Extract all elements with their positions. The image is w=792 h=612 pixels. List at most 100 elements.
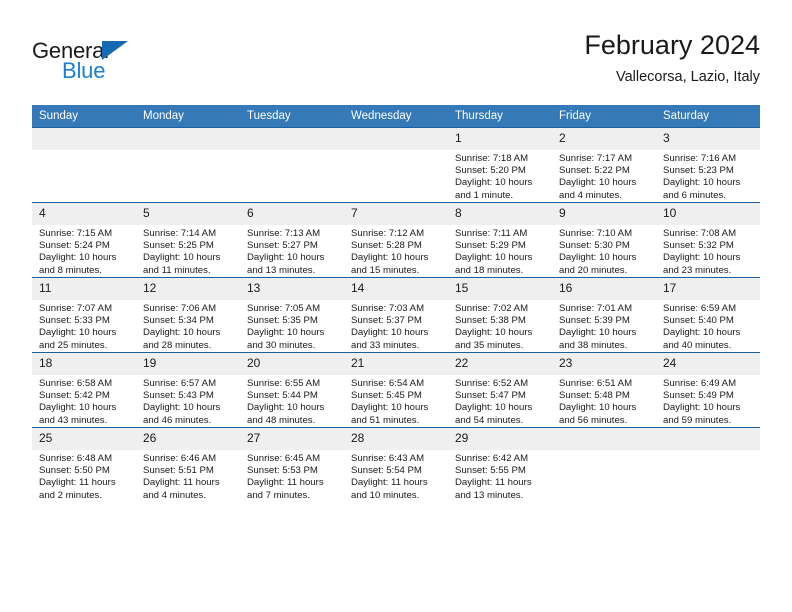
day-cell-inner: 19 Sunrise: 6:57 AM Sunset: 5:43 PM Dayligh… xyxy=(136,353,240,427)
calendar-day-cell[interactable]: 11 Sunrise: 7:07 AM Sunset: 5:33 PM Dayligh… xyxy=(32,277,136,353)
day-cell-inner: 26 Sunrise: 6:46 AM Sunset: 5:51 PM Dayligh… xyxy=(136,428,240,502)
daylight-text-line1: Daylight: 11 hours xyxy=(455,477,532,489)
day-cell-inner: 11 Sunrise: 7:07 AM Sunset: 5:33 PM Dayligh… xyxy=(32,278,136,352)
daylight-text-line1: Daylight: 10 hours xyxy=(559,327,637,339)
day-cell-inner xyxy=(552,428,656,502)
calendar-day-cell[interactable]: 21 Sunrise: 6:54 AM Sunset: 5:45 PM Dayligh… xyxy=(344,352,448,428)
daylight-text-line1: Daylight: 10 hours xyxy=(455,252,533,264)
sunrise-text: Sunrise: 6:49 AM xyxy=(663,378,737,389)
calendar-day-cell[interactable]: 14 Sunrise: 7:03 AM Sunset: 5:37 PM Dayligh… xyxy=(344,277,448,353)
day-cell-inner: 16 Sunrise: 7:01 AM Sunset: 5:39 PM Dayligh… xyxy=(552,278,656,352)
sunrise-text: Sunrise: 7:17 AM xyxy=(559,153,633,164)
day-details: Sunrise: 6:52 AM Sunset: 5:47 PM Daylight:… xyxy=(448,375,552,427)
sunset-text: Sunset: 5:27 PM xyxy=(247,240,318,252)
daylight-text-line2: and 40 minutes. xyxy=(663,339,732,351)
day-number: 16 xyxy=(552,278,656,300)
daylight-text-line2: and 7 minutes. xyxy=(247,489,310,501)
calendar-day-cell[interactable]: 29 Sunrise: 6:42 AM Sunset: 5:55 PM Dayligh… xyxy=(448,427,552,502)
day-cell-inner xyxy=(656,428,760,502)
daylight-text-line1: Daylight: 10 hours xyxy=(39,327,117,339)
sunset-text: Sunset: 5:45 PM xyxy=(351,390,422,402)
day-number: 8 xyxy=(448,203,552,225)
calendar-day-cell[interactable]: 18 Sunrise: 6:58 AM Sunset: 5:42 PM Dayligh… xyxy=(32,352,136,428)
daylight-text-line2: and 8 minutes. xyxy=(39,264,102,276)
sunrise-text: Sunrise: 7:02 AM xyxy=(455,303,529,314)
day-number: 15 xyxy=(448,278,552,300)
daylight-text-line2: and 59 minutes. xyxy=(663,414,732,426)
calendar-day-cell[interactable]: 5 Sunrise: 7:14 AM Sunset: 5:25 PM Daylight… xyxy=(136,202,240,278)
calendar-day-cell[interactable]: 13 Sunrise: 7:05 AM Sunset: 5:35 PM Dayligh… xyxy=(240,277,344,353)
day-number: 4 xyxy=(32,203,136,225)
calendar-day-cell[interactable]: 16 Sunrise: 7:01 AM Sunset: 5:39 PM Dayligh… xyxy=(552,277,656,353)
calendar-week-row: 4 Sunrise: 7:15 AM Sunset: 5:24 PM Daylight… xyxy=(32,202,760,278)
day-cell-inner: 29 Sunrise: 6:42 AM Sunset: 5:55 PM Dayligh… xyxy=(448,428,552,502)
daylight-text-line1: Daylight: 10 hours xyxy=(455,327,533,339)
daylight-text-line2: and 30 minutes. xyxy=(247,339,316,351)
weekday-header-wednesday: Wednesday xyxy=(344,105,448,128)
daylight-text-line2: and 46 minutes. xyxy=(143,414,212,426)
calendar-day-cell[interactable]: 28 Sunrise: 6:43 AM Sunset: 5:54 PM Dayligh… xyxy=(344,427,448,502)
page-title: February 2024 xyxy=(584,30,760,60)
calendar-day-cell[interactable]: 22 Sunrise: 6:52 AM Sunset: 5:47 PM Dayligh… xyxy=(448,352,552,428)
daylight-text-line2: and 1 minute. xyxy=(455,189,514,201)
sunrise-text: Sunrise: 6:46 AM xyxy=(143,453,217,464)
weekday-header-monday: Monday xyxy=(136,105,240,128)
daylight-text-line2: and 23 minutes. xyxy=(663,264,732,276)
calendar-day-cell[interactable]: 7 Sunrise: 7:12 AM Sunset: 5:28 PM Daylight… xyxy=(344,202,448,278)
day-number: 5 xyxy=(136,203,240,225)
day-cell-inner xyxy=(32,128,136,202)
calendar-day-cell[interactable]: 4 Sunrise: 7:15 AM Sunset: 5:24 PM Daylight… xyxy=(32,202,136,278)
daylight-text-line2: and 11 minutes. xyxy=(143,264,211,276)
weekday-header-saturday: Saturday xyxy=(656,105,760,128)
daylight-text-line1: Daylight: 10 hours xyxy=(455,402,533,414)
sunset-text: Sunset: 5:38 PM xyxy=(455,315,526,327)
calendar-day-cell[interactable]: 24 Sunrise: 6:49 AM Sunset: 5:49 PM Dayligh… xyxy=(656,352,760,428)
calendar-week-row: 25 Sunrise: 6:48 AM Sunset: 5:50 PM Dayligh… xyxy=(32,427,760,502)
calendar-day-cell[interactable]: 6 Sunrise: 7:13 AM Sunset: 5:27 PM Daylight… xyxy=(240,202,344,278)
day-number xyxy=(240,128,344,150)
calendar-day-cell[interactable]: 20 Sunrise: 6:55 AM Sunset: 5:44 PM Dayligh… xyxy=(240,352,344,428)
sunset-text: Sunset: 5:30 PM xyxy=(559,240,630,252)
day-number: 18 xyxy=(32,353,136,375)
calendar-day-cell[interactable]: 19 Sunrise: 6:57 AM Sunset: 5:43 PM Dayligh… xyxy=(136,352,240,428)
calendar-week-row: 1 Sunrise: 7:18 AM Sunset: 5:20 PM Daylight… xyxy=(32,127,760,203)
generalblue-logo[interactable]: General Blue xyxy=(32,38,232,90)
page-header: General Blue February 2024 Vallecorsa, L… xyxy=(32,28,760,100)
day-details: Sunrise: 6:43 AM Sunset: 5:54 PM Daylight:… xyxy=(344,450,448,502)
sunset-text: Sunset: 5:22 PM xyxy=(559,165,630,177)
calendar-day-cell[interactable]: 26 Sunrise: 6:46 AM Sunset: 5:51 PM Dayligh… xyxy=(136,427,240,502)
daylight-text-line2: and 13 minutes. xyxy=(455,489,524,501)
sunset-text: Sunset: 5:20 PM xyxy=(455,165,526,177)
calendar-day-cell[interactable]: 10 Sunrise: 7:08 AM Sunset: 5:32 PM Dayligh… xyxy=(656,202,760,278)
calendar-day-cell[interactable]: 27 Sunrise: 6:45 AM Sunset: 5:53 PM Dayligh… xyxy=(240,427,344,502)
sunset-text: Sunset: 5:32 PM xyxy=(663,240,734,252)
daylight-text-line1: Daylight: 10 hours xyxy=(663,327,741,339)
calendar-day-cell[interactable]: 1 Sunrise: 7:18 AM Sunset: 5:20 PM Daylight… xyxy=(448,127,552,203)
calendar-day-cell[interactable]: 9 Sunrise: 7:10 AM Sunset: 5:30 PM Daylight… xyxy=(552,202,656,278)
daylight-text-line1: Daylight: 10 hours xyxy=(143,402,221,414)
calendar-day-cell[interactable]: 2 Sunrise: 7:17 AM Sunset: 5:22 PM Daylight… xyxy=(552,127,656,203)
day-number: 24 xyxy=(656,353,760,375)
calendar-day-cell[interactable]: 15 Sunrise: 7:02 AM Sunset: 5:38 PM Dayligh… xyxy=(448,277,552,353)
day-details: Sunrise: 7:02 AM Sunset: 5:38 PM Daylight:… xyxy=(448,300,552,352)
day-details: Sunrise: 7:13 AM Sunset: 5:27 PM Daylight:… xyxy=(240,225,344,277)
logo-triangle-icon xyxy=(102,41,128,60)
calendar-day-cell[interactable]: 25 Sunrise: 6:48 AM Sunset: 5:50 PM Dayligh… xyxy=(32,427,136,502)
calendar-grid: Sunday Monday Tuesday Wednesday Thursday… xyxy=(32,105,760,502)
calendar-day-cell[interactable]: 17 Sunrise: 6:59 AM Sunset: 5:40 PM Dayligh… xyxy=(656,277,760,353)
daylight-text-line1: Daylight: 10 hours xyxy=(455,177,533,189)
day-details: Sunrise: 7:15 AM Sunset: 5:24 PM Daylight:… xyxy=(32,225,136,277)
day-cell-inner: 7 Sunrise: 7:12 AM Sunset: 5:28 PM Daylight… xyxy=(344,203,448,277)
daylight-text-line2: and 28 minutes. xyxy=(143,339,212,351)
sunset-text: Sunset: 5:25 PM xyxy=(143,240,214,252)
calendar-day-cell[interactable]: 8 Sunrise: 7:11 AM Sunset: 5:29 PM Daylight… xyxy=(448,202,552,278)
day-cell-inner xyxy=(136,128,240,202)
calendar-day-cell[interactable]: 12 Sunrise: 7:06 AM Sunset: 5:34 PM Dayligh… xyxy=(136,277,240,353)
day-number: 28 xyxy=(344,428,448,450)
sunrise-text: Sunrise: 6:55 AM xyxy=(247,378,321,389)
calendar-day-cell[interactable]: 3 Sunrise: 7:16 AM Sunset: 5:23 PM Daylight… xyxy=(656,127,760,203)
day-cell-inner: 3 Sunrise: 7:16 AM Sunset: 5:23 PM Daylight… xyxy=(656,128,760,202)
calendar-day-cell[interactable]: 23 Sunrise: 6:51 AM Sunset: 5:48 PM Dayligh… xyxy=(552,352,656,428)
daylight-text-line2: and 56 minutes. xyxy=(559,414,628,426)
daylight-text-line1: Daylight: 10 hours xyxy=(143,252,221,264)
